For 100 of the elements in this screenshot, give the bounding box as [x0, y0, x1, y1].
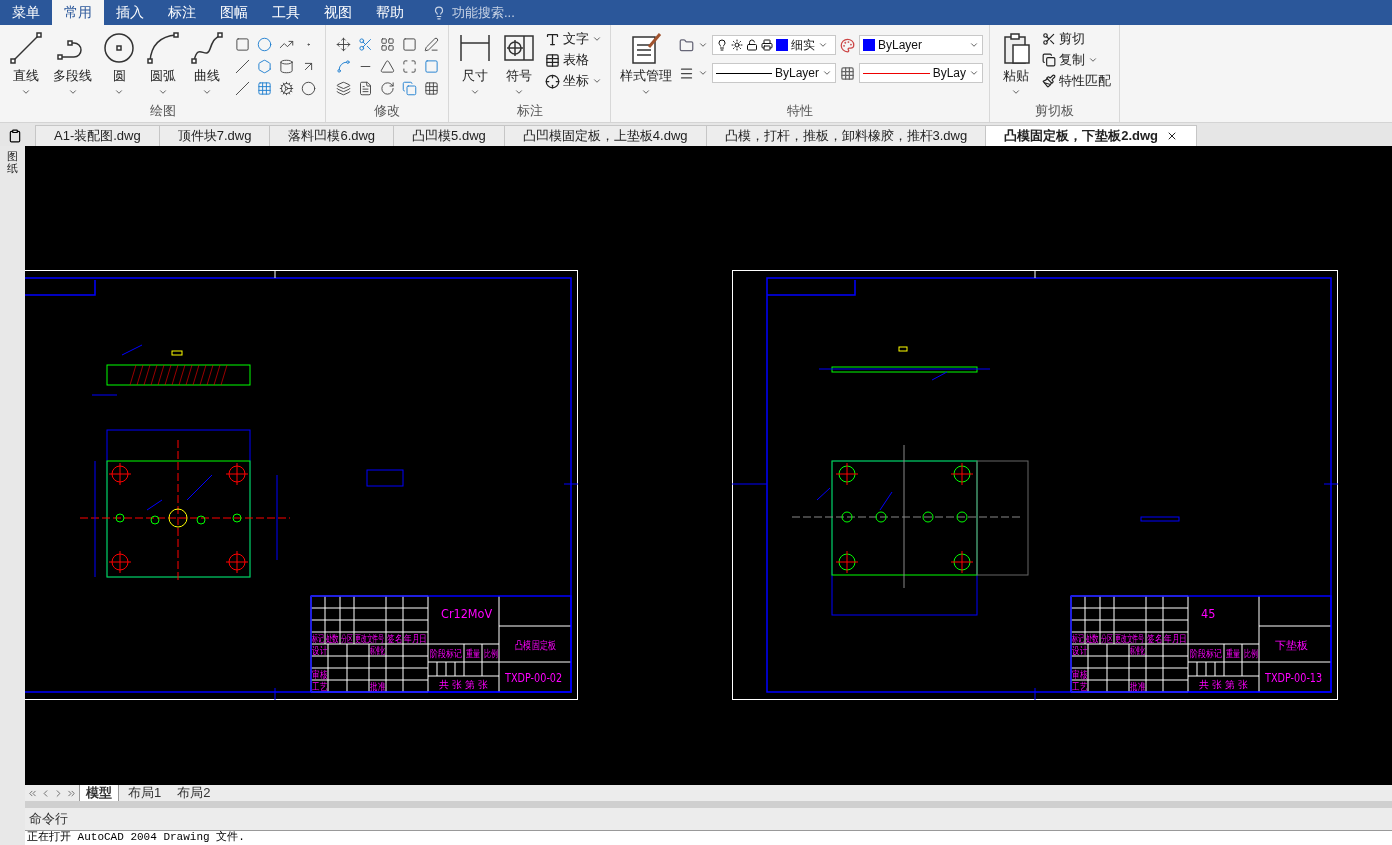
layer-manager-icon[interactable]: [679, 37, 694, 53]
menu-tab[interactable]: 图幅: [208, 0, 260, 25]
style-manager-icon: [629, 31, 663, 65]
linetype-icon[interactable]: [840, 65, 855, 81]
title-block-text: 共 张 第 张: [439, 678, 489, 690]
color-wheel-icon[interactable]: [840, 37, 855, 53]
cylinder-icon[interactable]: [278, 58, 294, 74]
panel-toggle-icon[interactable]: [8, 129, 22, 143]
caret-icon[interactable]: [114, 87, 124, 97]
menu-tab[interactable]: 帮助: [364, 0, 416, 25]
ribbon-button[interactable]: 复制: [1040, 50, 1113, 70]
caret-icon[interactable]: [21, 87, 31, 97]
caret-icon[interactable]: [969, 68, 979, 78]
caret-icon[interactable]: [822, 68, 832, 78]
caret-icon[interactable]: [698, 68, 708, 78]
caret-icon[interactable]: [592, 76, 602, 86]
group-label: 特性: [786, 102, 814, 120]
title-block-text: 标准化: [370, 645, 386, 657]
side-panel-tab[interactable]: 图纸: [7, 150, 18, 175]
ribbon-button[interactable]: 尺寸: [455, 29, 495, 99]
caret-icon[interactable]: [1011, 87, 1021, 97]
ribbon-button[interactable]: 圆弧: [143, 29, 183, 99]
caret-icon[interactable]: [1088, 55, 1098, 65]
caret-icon[interactable]: [514, 87, 524, 97]
caret-icon[interactable]: [67, 87, 78, 97]
polygon-icon[interactable]: [256, 58, 272, 74]
scale-icon[interactable]: [401, 58, 417, 74]
ellipse-icon[interactable]: [256, 36, 272, 52]
document-tab[interactable]: 落料凹模6.dwg: [269, 125, 395, 146]
document-tab[interactable]: A1-装配图.dwg: [35, 125, 160, 146]
caret-icon[interactable]: [698, 40, 708, 50]
title-block-text: 更改文件号: [355, 632, 385, 645]
hatch-edit-icon[interactable]: [423, 80, 439, 96]
copy-icon[interactable]: [401, 80, 417, 96]
document-tab[interactable]: 凸凹模固定板，上垫板4.dwg: [503, 125, 707, 146]
document-tab[interactable]: 凸模，打杆，推板，卸料橡胶，推杆3.dwg: [705, 125, 987, 146]
hatch-icon[interactable]: [256, 80, 272, 96]
printer-icon: [761, 39, 773, 51]
caret-icon[interactable]: [158, 87, 168, 97]
menu-tab[interactable]: 工具: [260, 0, 312, 25]
title-block-text: 阶段标记: [430, 648, 462, 660]
title-block-text: 审核: [312, 668, 328, 681]
title-block-text: 签名: [387, 632, 403, 645]
layout-tab[interactable]: 布局2: [170, 784, 218, 802]
ribbon-button[interactable]: 曲线: [187, 29, 227, 99]
document-tab[interactable]: 凸凹模5.dwg: [393, 125, 505, 146]
document-tab[interactable]: 凸模固定板，下垫板2.dwg: [985, 125, 1198, 146]
color-swatch: [776, 39, 788, 51]
gear-icon[interactable]: [278, 80, 294, 96]
caret-icon[interactable]: [202, 87, 212, 97]
ribbon-button[interactable]: 表格: [543, 50, 604, 70]
document-tab[interactable]: 顶件块7.dwg: [158, 125, 271, 146]
caret-icon[interactable]: [470, 87, 480, 97]
ribbon-button[interactable]: 样式管理: [617, 29, 675, 99]
title-block-text: 签名: [1147, 632, 1163, 645]
move-icon[interactable]: [335, 36, 351, 52]
menu-tab[interactable]: 常用: [52, 0, 104, 25]
lineweight-icon[interactable]: [679, 65, 694, 81]
menu-tab[interactable]: 菜单: [0, 0, 52, 25]
ribbon-button[interactable]: 直线: [6, 29, 46, 99]
center-mark: [1323, 483, 1339, 485]
menu-tab[interactable]: 视图: [312, 0, 364, 25]
caret-icon[interactable]: [592, 34, 602, 44]
caret-icon[interactable]: [969, 40, 979, 50]
title-block-text: 审核: [1072, 668, 1088, 681]
layout-tab[interactable]: 布局1: [121, 784, 169, 802]
menu-tab[interactable]: 标注: [156, 0, 208, 25]
group-label: 标注: [515, 102, 544, 120]
group-label: 修改: [373, 102, 401, 120]
trim-icon[interactable]: [357, 36, 373, 52]
lineweight-dropdown[interactable]: ByLay: [859, 63, 983, 83]
boundary-icon[interactable]: [423, 58, 439, 74]
search-field[interactable]: 功能搜索...: [432, 0, 515, 25]
linetype-dropdown[interactable]: ByLayer: [712, 63, 836, 83]
ribbon-button[interactable]: 剪切: [1040, 29, 1113, 49]
rectangle-icon[interactable]: [234, 36, 250, 52]
sun-icon: [731, 39, 743, 51]
fillet-icon[interactable]: [401, 36, 417, 52]
menu-tab[interactable]: 插入: [104, 0, 156, 25]
pen-icon[interactable]: [423, 36, 439, 52]
ribbon-button[interactable]: 特性匹配: [1040, 71, 1113, 91]
ribbon-button[interactable]: 文字: [543, 29, 604, 49]
color-dropdown[interactable]: ByLayer: [859, 35, 983, 55]
ribbon-button[interactable]: 符号: [499, 29, 539, 99]
title-block-text: 比例: [484, 647, 499, 660]
caret-icon[interactable]: [818, 40, 828, 50]
ribbon-button[interactable]: 多段线: [50, 29, 95, 99]
ribbon-button[interactable]: 粘贴: [996, 29, 1036, 99]
ribbon-button[interactable]: 圆: [99, 29, 139, 99]
ribbon-button[interactable]: 坐标: [543, 71, 604, 91]
title-block-text: 标准化: [1130, 645, 1146, 657]
caret-icon[interactable]: [641, 87, 651, 97]
mirror-icon[interactable]: [379, 58, 395, 74]
stretch-icon[interactable]: [357, 80, 373, 96]
offset-icon[interactable]: [335, 80, 351, 96]
array-icon[interactable]: [379, 36, 395, 52]
rotate-icon[interactable]: [379, 80, 395, 96]
group-label: 绘图: [148, 102, 177, 120]
join-icon[interactable]: [335, 58, 351, 74]
layer-dropdown[interactable]: 细实: [712, 35, 836, 55]
